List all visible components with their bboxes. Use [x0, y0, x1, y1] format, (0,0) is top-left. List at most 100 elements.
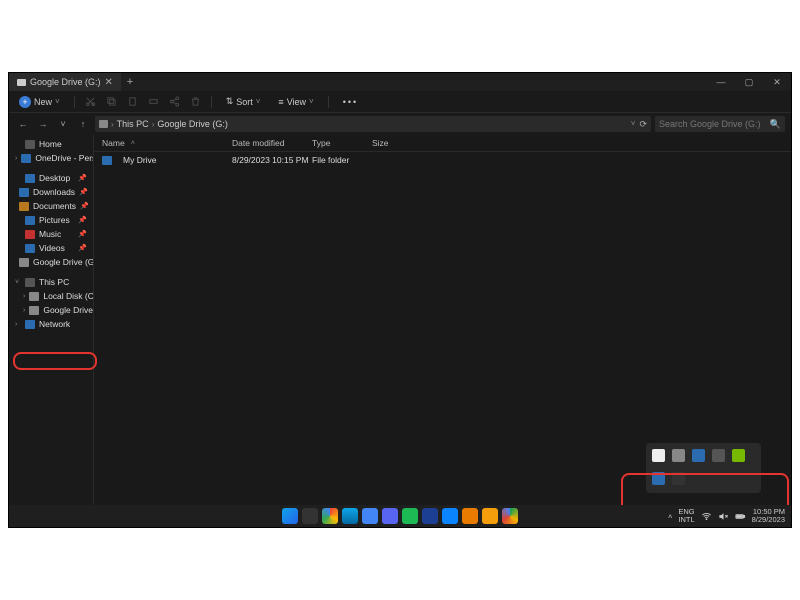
tray-security-icon[interactable]	[692, 449, 705, 462]
sidebar-item-documents[interactable]: Documents📌	[9, 199, 93, 213]
titlebar: Google Drive (G:) ✕ + — ▢ ✕	[9, 73, 791, 91]
col-date[interactable]: Date modified	[232, 138, 312, 148]
chevron-down-icon[interactable]: ˅	[631, 119, 636, 130]
highlight-google-drive	[13, 352, 94, 370]
toolbar: + New ˅ ⇅ Sort ˅ ≡ View ˅ •••	[9, 91, 791, 113]
search-placeholder: Search Google Drive (G:)	[659, 119, 761, 129]
sidebar-item-music[interactable]: Music📌	[9, 227, 93, 241]
table-row[interactable]: My Drive8/29/2023 10:15 PMFile folder	[94, 152, 791, 168]
sidebar: Home › OneDrive - Persona Desktop📌Downlo…	[9, 135, 94, 515]
taskbar-chrome-icon[interactable]	[322, 508, 338, 524]
more-button[interactable]: •••	[339, 95, 362, 109]
taskbar-edge-icon[interactable]	[342, 508, 358, 524]
sidebar-item-network[interactable]: › Network	[9, 317, 93, 331]
folder-icon	[102, 156, 112, 165]
sort-label: Sort	[236, 97, 253, 107]
window-tab[interactable]: Google Drive (G:) ✕	[9, 73, 121, 91]
taskbar-app-icon[interactable]	[362, 508, 378, 524]
view-button[interactable]: ≡ View ˅	[274, 95, 317, 109]
sidebar-item-pictures[interactable]: Pictures📌	[9, 213, 93, 227]
sidebar-drive-google-drive-g-[interactable]: ›Google Drive (G:)	[9, 303, 93, 317]
sidebar-item-home[interactable]: Home	[9, 137, 93, 151]
taskbar-spotify-icon[interactable]	[402, 508, 418, 524]
sidebar-item-onedrive[interactable]: › OneDrive - Persona	[9, 151, 93, 165]
crumb-google-drive[interactable]: Google Drive (G:)	[157, 119, 228, 129]
language-indicator[interactable]: ENG INTL	[678, 508, 694, 525]
tray-nvidia-icon[interactable]	[732, 449, 745, 462]
pin-icon: 📌	[80, 202, 89, 210]
tray-usb-icon[interactable]	[712, 449, 725, 462]
taskbar-explorer-icon[interactable]	[482, 508, 498, 524]
search-input[interactable]: Search Google Drive (G:) 🔍	[655, 116, 785, 132]
view-label: View	[287, 97, 306, 107]
taskbar-search-icon[interactable]	[302, 508, 318, 524]
col-size[interactable]: Size	[372, 138, 412, 148]
address-bar[interactable]: › This PC › Google Drive (G:) ˅ ⟳	[95, 116, 651, 132]
new-label: New	[34, 97, 52, 107]
maximize-button[interactable]: ▢	[735, 73, 763, 91]
folder-icon	[19, 188, 29, 197]
pin-icon: 📌	[78, 230, 87, 238]
sidebar-item-desktop[interactable]: Desktop📌	[9, 171, 93, 185]
crumb-this-pc[interactable]: This PC	[117, 119, 149, 129]
close-button[interactable]: ✕	[763, 73, 791, 91]
delete-icon[interactable]	[190, 96, 201, 107]
sidebar-item-google-drive-g-[interactable]: Google Drive (G:)📌	[9, 255, 93, 269]
minimize-button[interactable]: —	[707, 73, 735, 91]
folder-icon	[25, 216, 35, 225]
pc-icon	[25, 278, 35, 287]
taskbar-bluetooth-icon[interactable]	[442, 508, 458, 524]
plus-icon: +	[19, 96, 31, 108]
paste-icon[interactable]	[127, 96, 138, 107]
taskbar-google-drive-icon[interactable]	[502, 508, 518, 524]
drive-icon	[29, 306, 39, 315]
sort-button[interactable]: ⇅ Sort ˅	[222, 94, 265, 109]
tray-chevron-icon[interactable]: ˄	[668, 512, 672, 521]
tray-app-icon[interactable]	[652, 449, 665, 462]
close-tab-icon[interactable]: ✕	[105, 77, 113, 88]
tray-lg-icon[interactable]	[672, 472, 685, 485]
tray-bluetooth-icon[interactable]	[652, 472, 665, 485]
col-type[interactable]: Type	[312, 138, 372, 148]
new-tab-button[interactable]: +	[121, 76, 139, 88]
tray-settings-icon[interactable]	[672, 449, 685, 462]
new-button[interactable]: + New ˅	[15, 94, 64, 110]
search-icon: 🔍	[770, 119, 781, 130]
start-button[interactable]	[282, 508, 298, 524]
sidebar-drive-local-disk-c-[interactable]: ›Local Disk (C:)	[9, 289, 93, 303]
chevron-down-icon[interactable]: ˅	[55, 116, 71, 132]
wifi-icon[interactable]	[701, 511, 712, 522]
rename-icon[interactable]	[148, 96, 159, 107]
folder-icon	[25, 244, 35, 253]
folder-icon	[19, 202, 29, 211]
refresh-icon[interactable]: ⟳	[639, 119, 647, 130]
sidebar-item-this-pc[interactable]: ˅ This PC	[9, 275, 93, 289]
sidebar-item-videos[interactable]: Videos📌	[9, 241, 93, 255]
folder-icon	[25, 230, 35, 239]
col-name[interactable]: Name	[102, 138, 125, 148]
copy-icon[interactable]	[106, 96, 117, 107]
back-button[interactable]: ←	[15, 116, 31, 132]
sidebar-item-downloads[interactable]: Downloads📌	[9, 185, 93, 199]
clock[interactable]: 10:50 PM 8/29/2023	[752, 508, 785, 525]
taskbar-vlc-icon[interactable]	[462, 508, 478, 524]
forward-button[interactable]: →	[35, 116, 51, 132]
folder-icon	[19, 258, 29, 267]
battery-icon[interactable]	[735, 511, 746, 522]
tab-title: Google Drive (G:)	[30, 77, 101, 87]
pin-icon: 📌	[79, 188, 88, 196]
view-icon: ≡	[278, 97, 283, 107]
volume-muted-icon[interactable]	[718, 511, 729, 522]
cut-icon[interactable]	[85, 96, 96, 107]
share-icon[interactable]	[169, 96, 180, 107]
network-icon	[25, 320, 35, 329]
sort-indicator-icon: ˄	[131, 140, 135, 147]
pin-icon: 📌	[78, 244, 87, 252]
taskbar-steam-icon[interactable]	[422, 508, 438, 524]
folder-icon	[25, 174, 35, 183]
pc-icon	[99, 120, 108, 128]
system-tray-overflow	[646, 443, 761, 493]
up-button[interactable]: ↑	[75, 116, 91, 132]
taskbar-discord-icon[interactable]	[382, 508, 398, 524]
sort-icon: ⇅	[226, 96, 234, 107]
